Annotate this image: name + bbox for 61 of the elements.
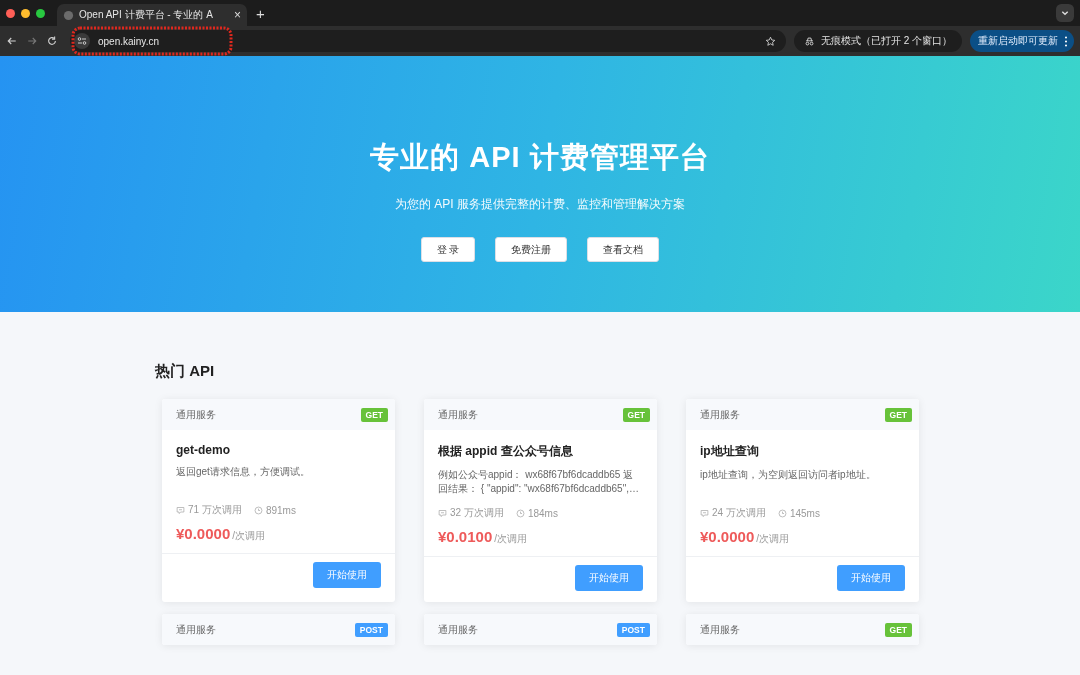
call-count: 71 万次调用 bbox=[188, 503, 242, 517]
method-badge: GET bbox=[360, 407, 388, 422]
bookmark-star-icon[interactable] bbox=[764, 35, 776, 47]
api-title: 根据 appid 查公众号信息 bbox=[438, 443, 574, 460]
price: ¥0.0000 bbox=[700, 528, 755, 545]
api-description: 例如公众号appid： wx68f67bf6dcaddb65 返回结果： { "appid": "wx68f67bf6dcaddb65",… bbox=[438, 468, 640, 496]
hero-title: 专业的 API 计费管理平台 bbox=[370, 140, 710, 175]
tab-title: Open API 计费平台 - 专业的 A bbox=[79, 8, 214, 22]
category-label: 通用服务 bbox=[438, 622, 478, 637]
price-unit: /次调用 bbox=[232, 529, 265, 543]
category-label: 通用服务 bbox=[176, 407, 216, 422]
method-badge: GET bbox=[622, 407, 650, 422]
method-badge: GET bbox=[884, 407, 912, 422]
method-badge: GET bbox=[884, 622, 912, 637]
category-label: 通用服务 bbox=[700, 622, 740, 637]
clock-icon bbox=[515, 508, 525, 518]
price: ¥0.0000 bbox=[176, 525, 231, 542]
chat-icon bbox=[176, 505, 185, 515]
globe-icon bbox=[63, 9, 74, 21]
category-label: 通用服务 bbox=[438, 407, 478, 422]
hero-button[interactable]: 查看文档 bbox=[587, 237, 660, 262]
latency: 891ms bbox=[265, 504, 296, 516]
incognito-indicator[interactable]: 无痕模式（已打开 2 个窗口） bbox=[793, 30, 962, 52]
clock-icon bbox=[253, 505, 263, 515]
category-label: 通用服务 bbox=[700, 407, 740, 422]
more-icon bbox=[1064, 35, 1068, 47]
tab-list-button[interactable] bbox=[1056, 4, 1074, 22]
minimize-window-button[interactable] bbox=[21, 8, 30, 18]
api-title: get-demo bbox=[176, 443, 231, 457]
latency: 184ms bbox=[527, 507, 558, 519]
browser-tab[interactable]: Open API 计费平台 - 专业的 A × bbox=[57, 4, 247, 26]
forward-icon[interactable] bbox=[26, 35, 38, 47]
new-tab-button[interactable]: + bbox=[256, 5, 265, 22]
chat-icon bbox=[700, 508, 709, 518]
hero-button[interactable]: 登 录 bbox=[420, 237, 476, 262]
method-badge: POST bbox=[354, 622, 388, 637]
call-count: 24 万次调用 bbox=[712, 506, 766, 520]
incognito-icon bbox=[803, 35, 815, 47]
api-description: 返回get请求信息，方便调试。 bbox=[176, 465, 311, 479]
site-settings-icon[interactable] bbox=[74, 33, 90, 49]
hero-subtitle: 为您的 API 服务提供完整的计费、监控和管理解决方案 bbox=[395, 196, 685, 213]
tab-close-button[interactable]: × bbox=[234, 8, 241, 22]
api-description: ip地址查询，为空则返回访问者ip地址。 bbox=[700, 468, 877, 482]
clock-icon bbox=[777, 508, 787, 518]
back-icon[interactable] bbox=[6, 35, 18, 47]
update-button[interactable]: 重新启动即可更新 bbox=[970, 30, 1074, 52]
hero-button[interactable]: 免费注册 bbox=[495, 237, 568, 262]
latency: 145ms bbox=[789, 507, 820, 519]
method-badge: POST bbox=[616, 622, 650, 637]
api-title: ip地址查询 bbox=[700, 443, 760, 460]
reload-icon[interactable] bbox=[46, 35, 58, 47]
price: ¥0.0100 bbox=[438, 528, 493, 545]
address-bar[interactable]: open.kainy.cn bbox=[70, 30, 786, 52]
maximize-window-button[interactable] bbox=[36, 8, 45, 18]
price-unit: /次调用 bbox=[756, 532, 789, 546]
chat-icon bbox=[438, 508, 447, 518]
section-title: 热门 API bbox=[155, 362, 216, 381]
price-unit: /次调用 bbox=[494, 532, 527, 546]
category-label: 通用服务 bbox=[176, 622, 216, 637]
call-count: 32 万次调用 bbox=[450, 506, 504, 520]
close-window-button[interactable] bbox=[6, 8, 15, 18]
